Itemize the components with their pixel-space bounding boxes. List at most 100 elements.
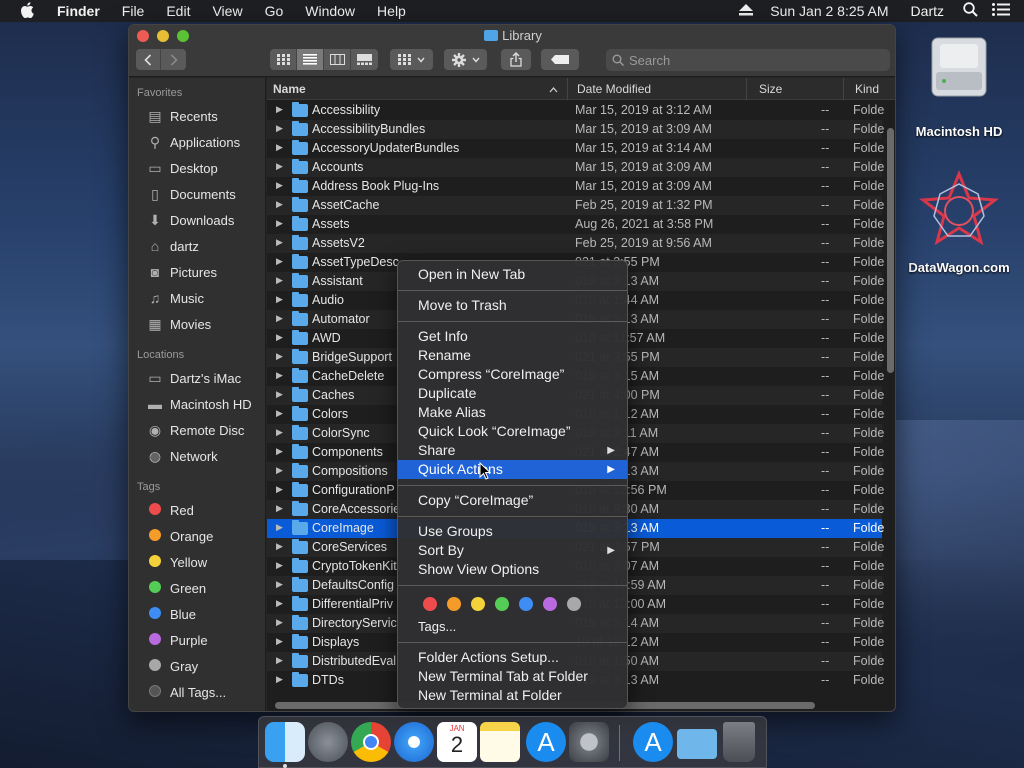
sidebar-item-pictures[interactable]: ◙ Pictures <box>129 260 266 284</box>
disclosure-triangle-icon[interactable]: ▶ <box>276 313 283 324</box>
chrome-icon[interactable] <box>351 722 391 762</box>
app-store-icon[interactable]: A <box>526 722 566 762</box>
column-divider[interactable] <box>843 78 844 100</box>
disclosure-triangle-icon[interactable]: ▶ <box>276 142 283 153</box>
menu-help[interactable]: Help <box>366 3 417 19</box>
menubar-user[interactable]: Dartz <box>899 3 956 19</box>
table-row[interactable]: ▶ Accounts Mar 15, 2019 at 3:09 AM -- Folde <box>267 158 884 177</box>
disclosure-triangle-icon[interactable]: ▶ <box>276 180 283 191</box>
menu-file[interactable]: File <box>111 3 156 19</box>
menu-item-show-view-options[interactable]: Show View Options <box>398 560 627 579</box>
menu-item-open-in-new-tab[interactable]: Open in New Tab <box>398 265 627 284</box>
spotlight-search-icon[interactable] <box>956 2 985 20</box>
tag-color-option[interactable] <box>519 597 533 611</box>
table-row[interactable]: ▶ AccessibilityBundles Mar 15, 2019 at 3:0… <box>267 120 884 139</box>
column-header-name[interactable]: Name <box>273 82 306 96</box>
sidebar-item-imac[interactable]: ▭ Dartz's iMac <box>129 366 266 390</box>
disclosure-triangle-icon[interactable]: ▶ <box>276 389 283 400</box>
menu-item-quick-look[interactable]: Quick Look “CoreImage” <box>398 422 627 441</box>
edit-tags-button[interactable] <box>541 49 579 70</box>
icon-view-button[interactable] <box>270 49 297 70</box>
sidebar-item-macintosh-hd[interactable]: ▬ Macintosh HD <box>129 392 266 416</box>
menu-item-new-terminal[interactable]: New Terminal at Folder <box>398 686 627 705</box>
app-store-icon[interactable]: A <box>633 722 673 762</box>
disclosure-triangle-icon[interactable]: ▶ <box>276 161 283 172</box>
sidebar-tag-red[interactable]: Red <box>129 498 266 522</box>
sidebar-item-dartz[interactable]: ⌂ dartz <box>129 234 266 258</box>
menu-item-make-alias[interactable]: Make Alias <box>398 403 627 422</box>
menu-item-folder-actions-setup[interactable]: Folder Actions Setup... <box>398 648 627 667</box>
disclosure-triangle-icon[interactable]: ▶ <box>276 370 283 381</box>
disclosure-triangle-icon[interactable]: ▶ <box>276 484 283 495</box>
disclosure-triangle-icon[interactable]: ▶ <box>276 541 283 552</box>
forward-button[interactable] <box>161 53 186 66</box>
disclosure-triangle-icon[interactable]: ▶ <box>276 503 283 514</box>
desktop-icon-datawagon[interactable]: DataWagon.com <box>900 170 1018 282</box>
vertical-scrollbar[interactable] <box>887 128 894 373</box>
disclosure-triangle-icon[interactable]: ▶ <box>276 446 283 457</box>
disclosure-triangle-icon[interactable]: ▶ <box>276 256 283 267</box>
disclosure-triangle-icon[interactable]: ▶ <box>276 598 283 609</box>
table-row[interactable]: ▶ Address Book Plug-Ins Mar 15, 2019 at 3:… <box>267 177 884 196</box>
disclosure-triangle-icon[interactable]: ▶ <box>276 522 283 533</box>
disclosure-triangle-icon[interactable]: ▶ <box>276 332 283 343</box>
finder-icon[interactable] <box>265 722 305 762</box>
menu-view[interactable]: View <box>201 3 253 19</box>
disclosure-triangle-icon[interactable]: ▶ <box>276 636 283 647</box>
action-gear-button[interactable] <box>444 49 487 70</box>
sidebar-tag-purple[interactable]: Purple <box>129 628 266 652</box>
sidebar-tag-blue[interactable]: Blue <box>129 602 266 626</box>
list-view-button[interactable] <box>297 49 324 70</box>
menu-item-quick-actions[interactable]: Quick Actions ▶ <box>398 460 627 479</box>
sidebar-item-music[interactable]: ♫ Music <box>129 286 266 310</box>
sidebar-tag-gray[interactable]: Gray <box>129 654 266 678</box>
disclosure-triangle-icon[interactable]: ▶ <box>276 408 283 419</box>
menu-item-new-terminal-tab[interactable]: New Terminal Tab at Folder <box>398 667 627 686</box>
sidebar-tag-green[interactable]: Green <box>129 576 266 600</box>
menu-go[interactable]: Go <box>254 3 295 19</box>
menu-item-tags[interactable]: Tags... <box>398 617 627 636</box>
search-field[interactable]: Search <box>606 49 890 71</box>
tag-color-option[interactable] <box>543 597 557 611</box>
disclosure-triangle-icon[interactable]: ▶ <box>276 218 283 229</box>
sidebar-item-movies[interactable]: ▦ Movies <box>129 312 266 336</box>
column-header-size[interactable]: Size <box>759 82 782 96</box>
disclosure-triangle-icon[interactable]: ▶ <box>276 560 283 571</box>
disclosure-triangle-icon[interactable]: ▶ <box>276 617 283 628</box>
share-button[interactable] <box>501 49 531 70</box>
menu-item-rename[interactable]: Rename <box>398 346 627 365</box>
column-divider[interactable] <box>567 78 568 100</box>
table-row[interactable]: ▶ AccessoryUpdaterBundles Mar 15, 2019 at … <box>267 139 884 158</box>
trash-icon[interactable] <box>723 722 755 762</box>
menu-item-duplicate[interactable]: Duplicate <box>398 384 627 403</box>
sidebar-tag-yellow[interactable]: Yellow <box>129 550 266 574</box>
disclosure-triangle-icon[interactable]: ▶ <box>276 579 283 590</box>
disclosure-triangle-icon[interactable]: ▶ <box>276 123 283 134</box>
column-view-button[interactable] <box>324 49 351 70</box>
tag-color-option[interactable] <box>471 597 485 611</box>
group-by-button[interactable] <box>390 49 433 70</box>
launchpad-icon[interactable] <box>308 722 348 762</box>
tag-color-option[interactable] <box>495 597 509 611</box>
column-header-kind[interactable]: Kind <box>855 82 879 96</box>
menubar-clock[interactable]: Sun Jan 2 8:25 AM <box>760 3 898 19</box>
menu-item-get-info[interactable]: Get Info <box>398 327 627 346</box>
menu-item-sort-by[interactable]: Sort By ▶ <box>398 541 627 560</box>
apple-menu-icon[interactable] <box>0 1 46 21</box>
table-row[interactable]: ▶ AssetsV2 Feb 25, 2019 at 9:56 AM -- Folde <box>267 234 884 253</box>
sidebar-item-documents[interactable]: ▯ Documents <box>129 182 266 206</box>
disclosure-triangle-icon[interactable]: ▶ <box>276 275 283 286</box>
sidebar-item-downloads[interactable]: ⬇ Downloads <box>129 208 266 232</box>
disclosure-triangle-icon[interactable]: ▶ <box>276 465 283 476</box>
tag-color-option[interactable] <box>447 597 461 611</box>
menu-item-use-groups[interactable]: Use Groups <box>398 522 627 541</box>
sidebar-tag-orange[interactable]: Orange <box>129 524 266 548</box>
safari-icon[interactable] <box>394 722 434 762</box>
sidebar-item-network[interactable]: ◍ Network <box>129 444 266 468</box>
calendar-icon[interactable]: JAN 2 <box>437 722 477 762</box>
sidebar-item-recents[interactable]: ▤ Recents <box>129 104 266 128</box>
desktop-icon-macintosh-hd[interactable]: Macintosh HD <box>916 32 1002 142</box>
disclosure-triangle-icon[interactable]: ▶ <box>276 427 283 438</box>
disclosure-triangle-icon[interactable]: ▶ <box>276 655 283 666</box>
system-preferences-icon[interactable] <box>569 722 609 762</box>
